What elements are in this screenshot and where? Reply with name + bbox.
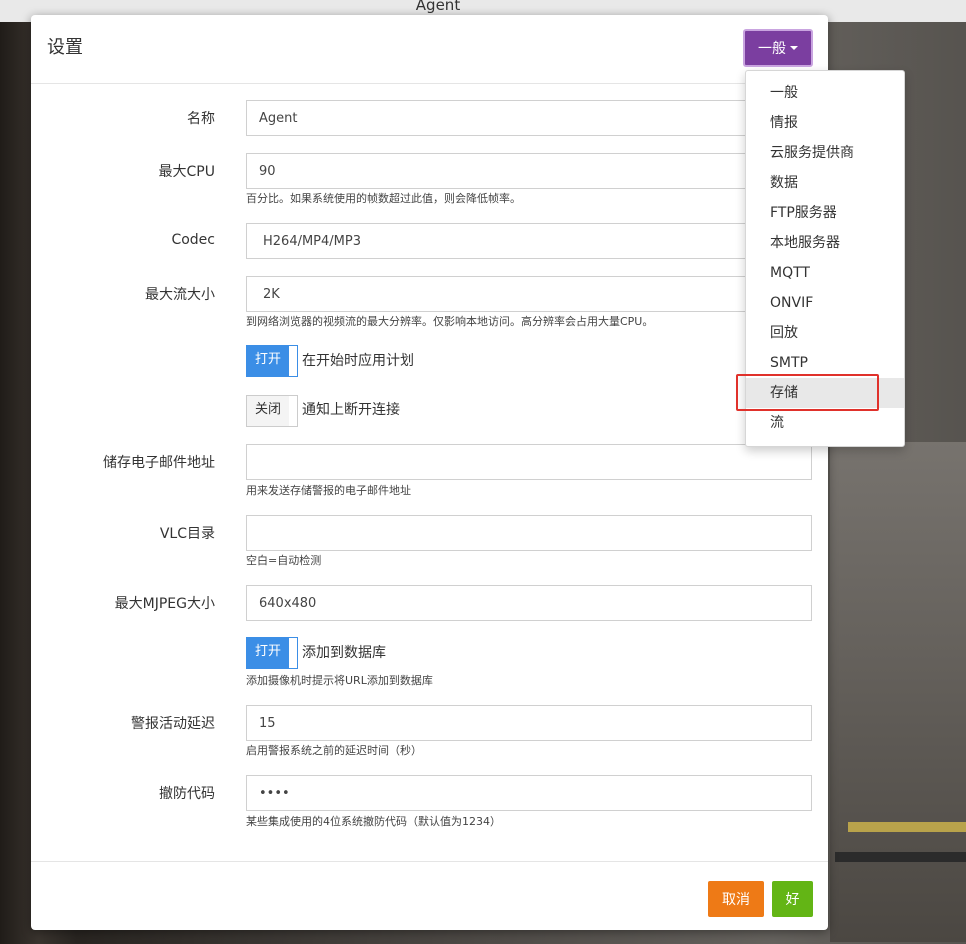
camera-floor-region: [830, 442, 966, 942]
modal-header: 设置 一般: [31, 15, 828, 84]
disarm-code-label: 撤防代码: [159, 786, 215, 802]
maxstream-help: 到网络浏览器的视频流的最大分辨率。仅影响本地访问。高分辨率会占用大量CPU。: [246, 315, 654, 328]
dropdown-item-local-server[interactable]: 本地服务器: [746, 228, 904, 258]
alert-delay-label: 警报活动延迟: [131, 716, 215, 732]
maxcpu-label: 最大CPU: [158, 164, 215, 180]
maxcpu-help: 百分比。如果系统使用的帧数超过此值，则会降低帧率。: [246, 192, 521, 205]
section-menu-label: 一般: [758, 41, 786, 57]
mjpeg-label: 最大MJPEG大小: [114, 596, 215, 612]
mjpeg-input[interactable]: 640x480: [246, 585, 812, 621]
floor-stripe: [848, 822, 966, 832]
modal-title: 设置: [47, 37, 83, 58]
dropdown-item-general[interactable]: 一般: [746, 78, 904, 108]
vlc-label: VLC目录: [159, 526, 215, 542]
add-to-database-help: 添加摄像机时提示将URL添加到数据库: [246, 674, 433, 687]
maxstream-label: 最大流大小: [145, 287, 215, 303]
storage-email-input[interactable]: [246, 444, 812, 480]
disarm-code-input[interactable]: ••••: [246, 775, 812, 811]
codec-select[interactable]: H264/MP4/MP3: [246, 223, 812, 259]
maxcpu-input[interactable]: 90: [246, 153, 812, 189]
maxstream-select[interactable]: 2K: [246, 276, 812, 312]
section-menu-button[interactable]: 一般: [743, 29, 813, 67]
modal-footer: 取消 好: [31, 861, 828, 931]
name-label: 名称: [187, 111, 215, 127]
dropdown-item-stream[interactable]: 流: [746, 408, 904, 438]
storage-email-label: 储存电子邮件地址: [103, 455, 215, 471]
storage-email-help: 用来发送存储警报的电子邮件地址: [246, 484, 411, 497]
dropdown-item-playback[interactable]: 回放: [746, 318, 904, 348]
notify-disconnect-label: 通知上断开连接: [302, 402, 400, 418]
dropdown-item-data[interactable]: 数据: [746, 168, 904, 198]
vlc-help: 空白=自动检测: [246, 554, 322, 567]
caret-down-icon: [790, 46, 798, 50]
cancel-button[interactable]: 取消: [708, 881, 764, 917]
name-input[interactable]: Agent: [246, 100, 812, 136]
add-to-database-toggle[interactable]: 打开: [246, 637, 298, 669]
apply-schedule-toggle[interactable]: 打开: [246, 345, 298, 377]
alert-delay-input[interactable]: 15: [246, 705, 812, 741]
dropdown-item-ftp-server[interactable]: FTP服务器: [746, 198, 904, 228]
alert-delay-help: 启用警报系统之前的延迟时间（秒）: [246, 744, 422, 757]
floor-stripe: [835, 852, 966, 862]
app-title: Agent: [415, 0, 461, 14]
vlc-input[interactable]: [246, 515, 812, 551]
disarm-code-help: 某些集成使用的4位系统撤防代码（默认值为1234）: [246, 815, 501, 828]
add-to-database-label: 添加到数据库: [302, 645, 386, 661]
dropdown-item-onvif[interactable]: ONVIF: [746, 288, 904, 318]
toggle-knob: 打开: [247, 346, 289, 376]
codec-label: Codec: [171, 232, 215, 248]
ok-button[interactable]: 好: [772, 881, 813, 917]
dropdown-item-intelligence[interactable]: 情报: [746, 108, 904, 138]
apply-schedule-label: 在开始时应用计划: [302, 353, 414, 369]
settings-modal: 设置 一般 名称 Agent 最大CPU 90 百分比。如果系统使用的帧数超过此…: [31, 15, 828, 930]
toggle-knob: 打开: [247, 638, 289, 668]
dropdown-item-cloud-provider[interactable]: 云服务提供商: [746, 138, 904, 168]
dropdown-item-mqtt[interactable]: MQTT: [746, 258, 904, 288]
highlight-outline: [736, 374, 879, 411]
toggle-knob: 关闭: [247, 396, 289, 426]
notify-disconnect-toggle[interactable]: 关闭: [246, 395, 298, 427]
